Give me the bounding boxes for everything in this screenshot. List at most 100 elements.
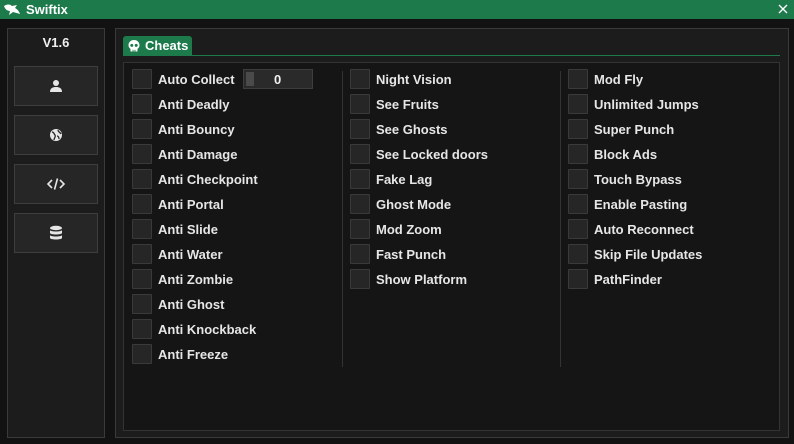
cheat-block-ads[interactable]: Block Ads — [568, 143, 657, 165]
cheat-anti-deadly[interactable]: Anti Deadly — [132, 93, 230, 115]
cheat-touch-bypass[interactable]: Touch Bypass — [568, 168, 682, 190]
checkbox-fast-punch[interactable] — [350, 244, 370, 264]
checkbox-see-fruits[interactable] — [350, 94, 370, 114]
checkbox-unlimited-jumps[interactable] — [568, 94, 588, 114]
world-button[interactable] — [14, 115, 98, 155]
database-icon — [50, 225, 62, 240]
cheat-label: Touch Bypass — [594, 171, 682, 187]
cheat-fake-lag[interactable]: Fake Lag — [350, 168, 432, 190]
cheat-fast-punch[interactable]: Fast Punch — [350, 243, 446, 265]
checkbox-anti-portal[interactable] — [132, 194, 152, 214]
cheat-label: Anti Slide — [158, 221, 218, 237]
checkbox-anti-slide[interactable] — [132, 219, 152, 239]
cheat-unlimited-jumps[interactable]: Unlimited Jumps — [568, 93, 699, 115]
cheat-anti-slide[interactable]: Anti Slide — [132, 218, 218, 240]
checkbox-super-punch[interactable] — [568, 119, 588, 139]
cheat-night-vision[interactable]: Night Vision — [350, 68, 452, 90]
database-button[interactable] — [14, 213, 98, 253]
auto-collect-value: 0 — [273, 71, 282, 87]
cheat-anti-checkpoint[interactable]: Anti Checkpoint — [132, 168, 258, 190]
checkbox-anti-freeze[interactable] — [132, 344, 152, 364]
checkbox-skip-file-updates[interactable] — [568, 244, 588, 264]
checkbox-anti-damage[interactable] — [132, 144, 152, 164]
version-label: V1.6 — [42, 35, 70, 50]
cheat-auto-reconnect[interactable]: Auto Reconnect — [568, 218, 694, 240]
cheat-label: Skip File Updates — [594, 246, 703, 262]
cheat-see-ghosts[interactable]: See Ghosts — [350, 118, 448, 140]
cheat-label: Show Platform — [376, 271, 468, 287]
checkbox-block-ads[interactable] — [568, 144, 588, 164]
cheat-super-punch[interactable]: Super Punch — [568, 118, 674, 140]
checkbox-see-locked-doors[interactable] — [350, 144, 370, 164]
checkbox-anti-bouncy[interactable] — [132, 119, 152, 139]
checkbox-ghost-mode[interactable] — [350, 194, 370, 214]
cheat-anti-zombie[interactable]: Anti Zombie — [132, 268, 233, 290]
checkbox-see-ghosts[interactable] — [350, 119, 370, 139]
checkbox-show-platform[interactable] — [350, 269, 370, 289]
cheat-anti-water[interactable]: Anti Water — [132, 243, 223, 265]
checkbox-auto-reconnect[interactable] — [568, 219, 588, 239]
cheat-label: See Fruits — [376, 96, 439, 112]
cheat-label: Anti Bouncy — [158, 121, 235, 137]
checkbox-anti-zombie[interactable] — [132, 269, 152, 289]
cheat-anti-ghost[interactable]: Anti Ghost — [132, 293, 224, 315]
title-bar: Swiftix — [0, 0, 794, 19]
cheat-label: See Locked doors — [376, 146, 488, 162]
cheat-auto-collect[interactable]: Auto Collect 0 — [132, 68, 313, 90]
cheat-mod-fly[interactable]: Mod Fly — [568, 68, 643, 90]
cheat-label: Auto Collect — [158, 71, 235, 87]
checkbox-anti-ghost[interactable] — [132, 294, 152, 314]
cheats-panel: Auto Collect 0 Anti Deadly Anti Bouncy Anti … — [123, 62, 780, 431]
cheat-label: Anti Ghost — [158, 296, 225, 312]
checkbox-touch-bypass[interactable] — [568, 169, 588, 189]
cheat-label: Fast Punch — [376, 246, 447, 262]
globe-icon — [50, 129, 62, 141]
auto-collect-amount-input[interactable]: 0 — [242, 69, 313, 89]
cheat-label: Auto Reconnect — [594, 221, 694, 237]
cheat-anti-portal[interactable]: Anti Portal — [132, 193, 224, 215]
checkbox-fake-lag[interactable] — [350, 169, 370, 189]
checkbox-auto-collect[interactable] — [132, 69, 152, 89]
profile-button[interactable] — [14, 66, 98, 106]
cheat-label: Mod Fly — [594, 71, 644, 87]
sidebar: V1.6 — [7, 28, 105, 438]
cheat-skip-file-updates[interactable]: Skip File Updates — [568, 243, 702, 265]
user-icon — [50, 80, 62, 92]
checkbox-anti-water[interactable] — [132, 244, 152, 264]
checkbox-anti-checkpoint[interactable] — [132, 169, 152, 189]
cheat-see-locked-doors[interactable]: See Locked doors — [350, 143, 488, 165]
cheat-anti-damage[interactable]: Anti Damage — [132, 143, 237, 165]
cheat-label: Anti Zombie — [158, 271, 234, 287]
cheat-see-fruits[interactable]: See Fruits — [350, 93, 439, 115]
cheat-label: Block Ads — [594, 146, 658, 162]
checkbox-night-vision[interactable] — [350, 69, 370, 89]
checkbox-enable-pasting[interactable] — [568, 194, 588, 214]
cheat-label: Unlimited Jumps — [594, 96, 699, 112]
cheat-ghost-mode[interactable]: Ghost Mode — [350, 193, 451, 215]
cheat-label: Super Punch — [594, 121, 675, 137]
main-panel: Cheats Auto Collect 0 Anti Deadly Anti Boun… — [115, 28, 789, 438]
cheat-enable-pasting[interactable]: Enable Pasting — [568, 193, 687, 215]
cheat-label: PathFinder — [594, 271, 662, 287]
cheat-anti-knockback[interactable]: Anti Knockback — [132, 318, 256, 340]
cheat-mod-zoom[interactable]: Mod Zoom — [350, 218, 442, 240]
cheat-anti-bouncy[interactable]: Anti Bouncy — [132, 118, 235, 140]
column-divider — [560, 71, 561, 367]
cheat-label: Anti Damage — [158, 146, 238, 162]
input-grip-handle — [245, 72, 254, 86]
tab-underline — [123, 55, 780, 56]
cheat-show-platform[interactable]: Show Platform — [350, 268, 467, 290]
tab-cheats[interactable]: Cheats — [123, 36, 192, 55]
close-icon[interactable] — [775, 1, 791, 17]
cheat-label: Anti Knockback — [158, 321, 257, 337]
cheat-anti-freeze[interactable]: Anti Freeze — [132, 343, 228, 365]
checkbox-mod-zoom[interactable] — [350, 219, 370, 239]
app-title: Swiftix — [26, 2, 68, 17]
checkbox-mod-fly[interactable] — [568, 69, 588, 89]
checkbox-anti-knockback[interactable] — [132, 319, 152, 339]
code-button[interactable] — [14, 164, 98, 204]
cheat-pathfinder[interactable]: PathFinder — [568, 268, 662, 290]
checkbox-anti-deadly[interactable] — [132, 94, 152, 114]
checkbox-pathfinder[interactable] — [568, 269, 588, 289]
cheat-label: Night Vision — [376, 71, 452, 87]
